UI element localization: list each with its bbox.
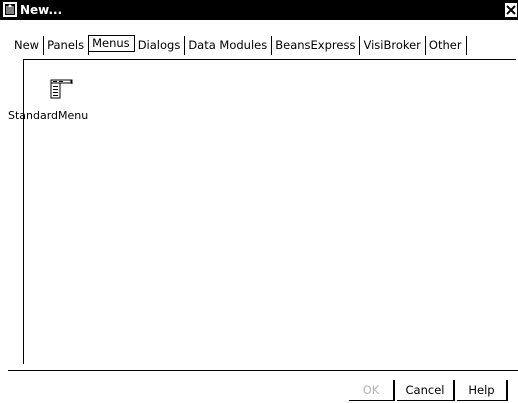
tab-menus[interactable]: Menus bbox=[88, 35, 135, 52]
gallery-panel bbox=[23, 59, 516, 364]
tab-data-modules[interactable]: Data Modules bbox=[185, 36, 273, 55]
tab-strip: New Panels Menus Dialogs Data Modules Be… bbox=[11, 35, 467, 55]
new-dialog: New... New Panels Menus Dialogs Data Mod… bbox=[0, 0, 518, 403]
window-title: New... bbox=[20, 3, 63, 17]
cancel-button[interactable]: Cancel bbox=[397, 380, 455, 401]
tab-visibroker[interactable]: VisiBroker bbox=[360, 36, 426, 55]
tab-other[interactable]: Other bbox=[426, 36, 467, 55]
menu-icon[interactable] bbox=[48, 79, 74, 99]
tab-new[interactable]: New bbox=[11, 36, 45, 55]
ok-button[interactable]: OK bbox=[349, 380, 395, 401]
tab-beansexpress[interactable]: BeansExpress bbox=[272, 36, 361, 55]
help-button[interactable]: Help bbox=[457, 380, 508, 401]
tab-dialogs[interactable]: Dialogs bbox=[135, 36, 186, 55]
item-standardmenu[interactable]: StandardMenu bbox=[8, 110, 88, 122]
close-icon[interactable] bbox=[505, 3, 517, 17]
button-divider bbox=[8, 370, 518, 371]
app-icon bbox=[3, 2, 17, 17]
tab-panels[interactable]: Panels bbox=[44, 36, 90, 55]
title-bar[interactable]: New... bbox=[0, 0, 518, 20]
